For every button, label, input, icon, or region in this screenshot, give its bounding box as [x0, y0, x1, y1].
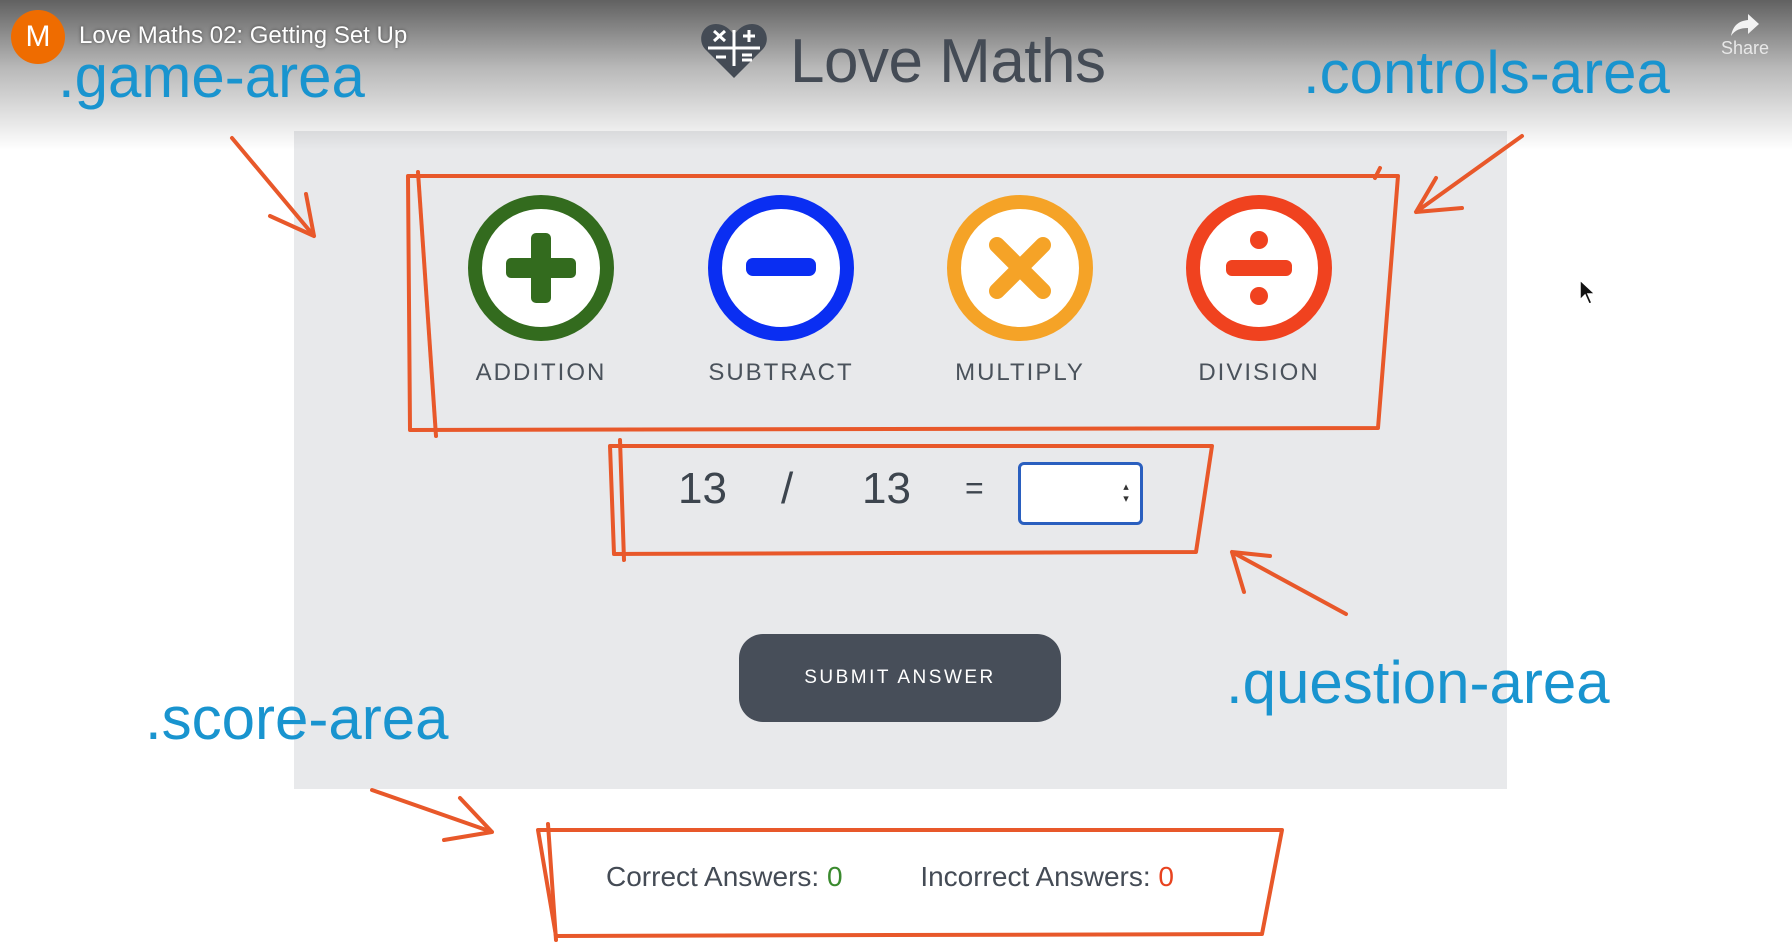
- spinner-down-icon[interactable]: ▾: [1123, 493, 1129, 505]
- answer-input[interactable]: [1027, 471, 1113, 518]
- operand1: 13: [678, 464, 727, 513]
- times-icon: [947, 195, 1093, 341]
- answer-box-field[interactable]: ▴ ▾: [1018, 462, 1143, 525]
- addition-button[interactable]: ADDITION: [456, 193, 626, 393]
- video-title-bar: M Love Maths 02: Getting Set Up Share: [0, 0, 1792, 80]
- spinner-up-icon[interactable]: ▴: [1123, 481, 1129, 493]
- share-label: Share: [1720, 38, 1770, 58]
- share-arrow-icon: [1731, 14, 1759, 36]
- minus-icon: [708, 195, 854, 341]
- addition-label: ADDITION: [475, 359, 607, 386]
- subtract-button[interactable]: SUBTRACT: [696, 193, 866, 393]
- division-button[interactable]: DIVISION: [1174, 193, 1344, 393]
- number-spinner[interactable]: ▴ ▾: [1120, 481, 1132, 507]
- score-area-annotation: .score-area: [145, 685, 449, 752]
- submit-answer-button[interactable]: SUBMIT ANSWER: [739, 634, 1061, 722]
- plus-icon: [468, 195, 614, 341]
- score-area: Correct Answers: 0 Incorrect Answers: 0: [606, 861, 1244, 893]
- correct-value: 0: [826, 861, 843, 892]
- operand2: 13: [862, 464, 911, 513]
- score-area-arrow: [370, 788, 494, 842]
- incorrect-label: Incorrect Answers:: [920, 861, 1151, 892]
- incorrect-score: Incorrect Answers: 0: [920, 861, 1174, 892]
- share-button[interactable]: Share: [1716, 12, 1774, 59]
- multiply-button[interactable]: MULTIPLY: [935, 193, 1105, 393]
- divide-icon: [1186, 195, 1332, 341]
- question-area-annotation: .question-area: [1226, 649, 1610, 716]
- equals-sign: =: [965, 470, 984, 506]
- mouse-cursor-icon: [1579, 278, 1597, 305]
- multiply-label: MULTIPLY: [955, 359, 1085, 386]
- channel-avatar[interactable]: M: [11, 10, 65, 64]
- incorrect-value: 0: [1158, 861, 1174, 892]
- correct-label: Correct Answers:: [606, 861, 820, 892]
- division-label: DIVISION: [1198, 359, 1320, 386]
- correct-score: Correct Answers: 0: [606, 861, 850, 892]
- operator: /: [781, 464, 794, 513]
- subtract-label: SUBTRACT: [708, 359, 854, 386]
- video-title[interactable]: Love Maths 02: Getting Set Up: [79, 22, 407, 50]
